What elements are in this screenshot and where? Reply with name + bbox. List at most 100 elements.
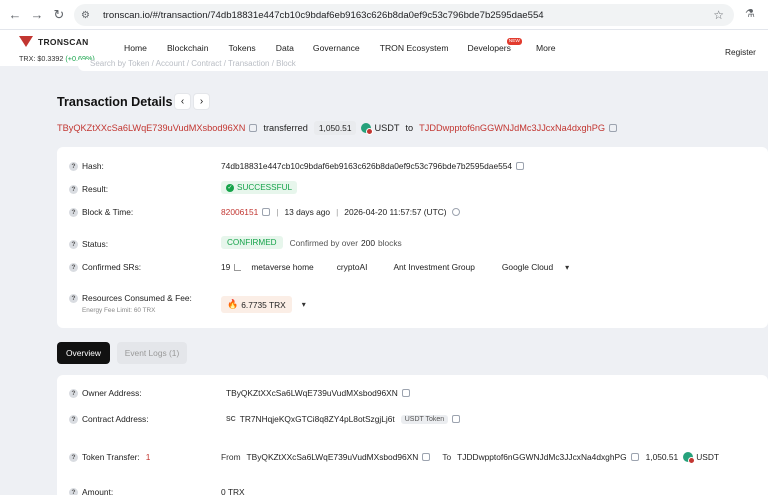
status-label-row: ? Status: [69, 239, 108, 249]
chevron-down-icon[interactable]: ▾ [565, 263, 569, 272]
block-age: 13 days ago [284, 207, 331, 217]
prev-transaction-button[interactable]: ‹ [175, 94, 190, 109]
menu-item-more[interactable]: More [536, 43, 556, 53]
contract-address[interactable]: TR7NHqjeKQxGTCi8q8ZY4pL8otSzgjLj6t [240, 414, 395, 424]
logo-text: TRONSCAN [38, 37, 89, 47]
owner-value-row: TByQKZtXXcSa6LWqE739uVudMXsbod96XN [226, 388, 410, 398]
copy-icon[interactable] [422, 453, 431, 461]
help-icon[interactable]: ? [69, 262, 78, 272]
result-badge: ✓ SUCCESSFUL [221, 181, 298, 194]
menu-item-tron-ecosystem[interactable]: TRON Ecosystem [380, 43, 449, 53]
status-badge: CONFIRMED [221, 236, 283, 249]
register-link[interactable]: Register [725, 47, 756, 57]
back-icon[interactable]: ← [4, 4, 26, 26]
help-icon[interactable]: ? [69, 207, 78, 217]
status-value-row: CONFIRMED Confirmed by over 200 blocks [221, 236, 402, 249]
forward-icon[interactable]: → [26, 4, 48, 26]
summary-from-address[interactable]: TByQKZtXXcSa6LWqE739uVudMXsbod96XN [57, 123, 245, 133]
tt-to-label: To [442, 452, 452, 462]
result-label: Result: [82, 184, 109, 194]
main-menu: Home Blockchain Tokens Data Governance T… [124, 38, 556, 53]
help-icon[interactable]: ? [69, 161, 78, 171]
address-bar[interactable]: ⚙ tronscan.io/#/transaction/74db18831e44… [74, 4, 734, 26]
search-placeholder[interactable]: Search by Token / Account / Contract / T… [90, 60, 296, 68]
site-settings-icon[interactable]: ⚙ [81, 10, 95, 21]
chevron-left-icon: ‹ [180, 96, 185, 107]
hash-label: Hash: [82, 161, 104, 171]
bookmark-star-icon[interactable]: ☆ [713, 8, 724, 22]
clock-icon[interactable] [451, 208, 460, 216]
copy-icon[interactable] [262, 208, 271, 216]
extension-icon[interactable]: ⚗ [745, 7, 755, 20]
copy-icon[interactable] [630, 453, 639, 461]
help-icon[interactable]: ? [69, 184, 78, 194]
copy-icon[interactable] [401, 389, 410, 397]
resources-value-row: 🔥 6.7735 TRX ▾ [221, 296, 306, 313]
help-icon[interactable]: ? [69, 414, 78, 424]
copy-icon[interactable] [516, 162, 525, 170]
confirmed-srs-label: Confirmed SRs: [82, 262, 142, 272]
sr-item[interactable]: Ant Investment Group [393, 262, 474, 272]
token-transfer-label: Token Transfer: [82, 452, 140, 462]
owner-label-row: ? Owner Address: [69, 388, 142, 398]
copy-icon[interactable] [452, 415, 461, 423]
help-icon[interactable]: ? [69, 487, 78, 495]
copy-icon[interactable] [609, 124, 618, 132]
trx-price-label: TRX: $0.3392 [19, 54, 64, 63]
tt-to-address[interactable]: TJDDwpptof6nGGWNJdMc3JJcxNa4dxghPG [457, 452, 626, 462]
reload-icon[interactable]: ↻ [48, 4, 70, 26]
help-icon[interactable]: ? [69, 452, 78, 462]
tt-from-address[interactable]: TByQKZtXXcSa6LWqE739uVudMXsbod96XN [247, 452, 419, 462]
page-title: Transaction Details [57, 95, 173, 109]
separator: | [336, 207, 339, 217]
resources-value: 6.7735 TRX [241, 299, 286, 310]
menu-item-home[interactable]: Home [124, 43, 147, 53]
token-transfer-value-row: From TByQKZtXXcSa6LWqE739uVudMXsbod96XN … [221, 452, 719, 464]
contract-value-row: SC TR7NHqjeKQxGTCi8q8ZY4pL8otSzgjLj6t US… [226, 414, 461, 424]
transfer-summary: TByQKZtXXcSa6LWqE739uVudMXsbod96XN trans… [57, 121, 618, 135]
block-label-row: ? Block & Time: [69, 207, 133, 217]
branch-icon [234, 263, 242, 271]
token-transfer-label-row: ? Token Transfer: 1 [69, 452, 150, 462]
result-value: SUCCESSFUL [237, 183, 293, 192]
search-bar[interactable]: Search by Token / Account / Contract / T… [78, 60, 768, 71]
block-time: 2026-04-20 11:57:57 (UTC) [344, 207, 447, 217]
tab-overview[interactable]: Overview [57, 342, 110, 364]
contract-address-label: Contract Address: [82, 414, 149, 424]
owner-address[interactable]: TByQKZtXXcSa6LWqE739uVudMXsbod96XN [226, 388, 398, 398]
url-text[interactable]: tronscan.io/#/transaction/74db18831e447c… [103, 10, 544, 21]
menu-item-governance[interactable]: Governance [313, 43, 360, 53]
result-value-row: ✓ SUCCESSFUL [221, 181, 298, 194]
menu-item-blockchain[interactable]: Blockchain [167, 43, 209, 53]
help-icon[interactable]: ? [69, 239, 78, 249]
sr-item[interactable]: metaverse home [251, 262, 313, 272]
block-number-link[interactable]: 82006151 [221, 207, 258, 217]
sr-item[interactable]: cryptoAI [337, 262, 368, 272]
usdt-token-icon [361, 123, 374, 135]
hash-value-row: 74db18831e447cb10c9bdaf6eb9163c626b8da0e… [221, 161, 525, 171]
chevron-right-icon: › [199, 96, 204, 107]
help-icon[interactable]: ? [69, 293, 78, 303]
summary-token[interactable]: USDT [374, 123, 399, 133]
tab-event-logs[interactable]: Event Logs (1) [117, 342, 187, 364]
status-label: Status: [82, 239, 109, 249]
amount-label-row: ? Amount: [69, 487, 113, 495]
confirmed-text: Confirmed by over [289, 237, 359, 248]
logo[interactable]: TRONSCAN [19, 36, 89, 48]
menu-item-developers[interactable]: Developers NEW [467, 38, 522, 53]
hash-label-row: ? Hash: [69, 161, 104, 171]
summary-amount: 1,050.51 [313, 121, 357, 135]
sr-item[interactable]: Google Cloud [502, 262, 553, 272]
token-transfer-count: 1 [145, 452, 151, 462]
help-icon[interactable]: ? [69, 388, 78, 398]
summary-to-word: to [405, 123, 414, 133]
menu-item-tokens[interactable]: Tokens [229, 43, 256, 53]
amount-label: Amount: [82, 487, 114, 495]
tt-token[interactable]: USDT [696, 452, 719, 462]
summary-to-address[interactable]: TJDDwpptof6nGGWNJdMc3JJcxNa4dxghPG [419, 123, 605, 133]
next-transaction-button[interactable]: › [194, 94, 209, 109]
block-time-label: Block & Time: [82, 207, 134, 217]
copy-icon[interactable] [249, 124, 258, 132]
chevron-down-icon[interactable]: ▾ [302, 300, 306, 309]
menu-item-data[interactable]: Data [276, 43, 294, 53]
